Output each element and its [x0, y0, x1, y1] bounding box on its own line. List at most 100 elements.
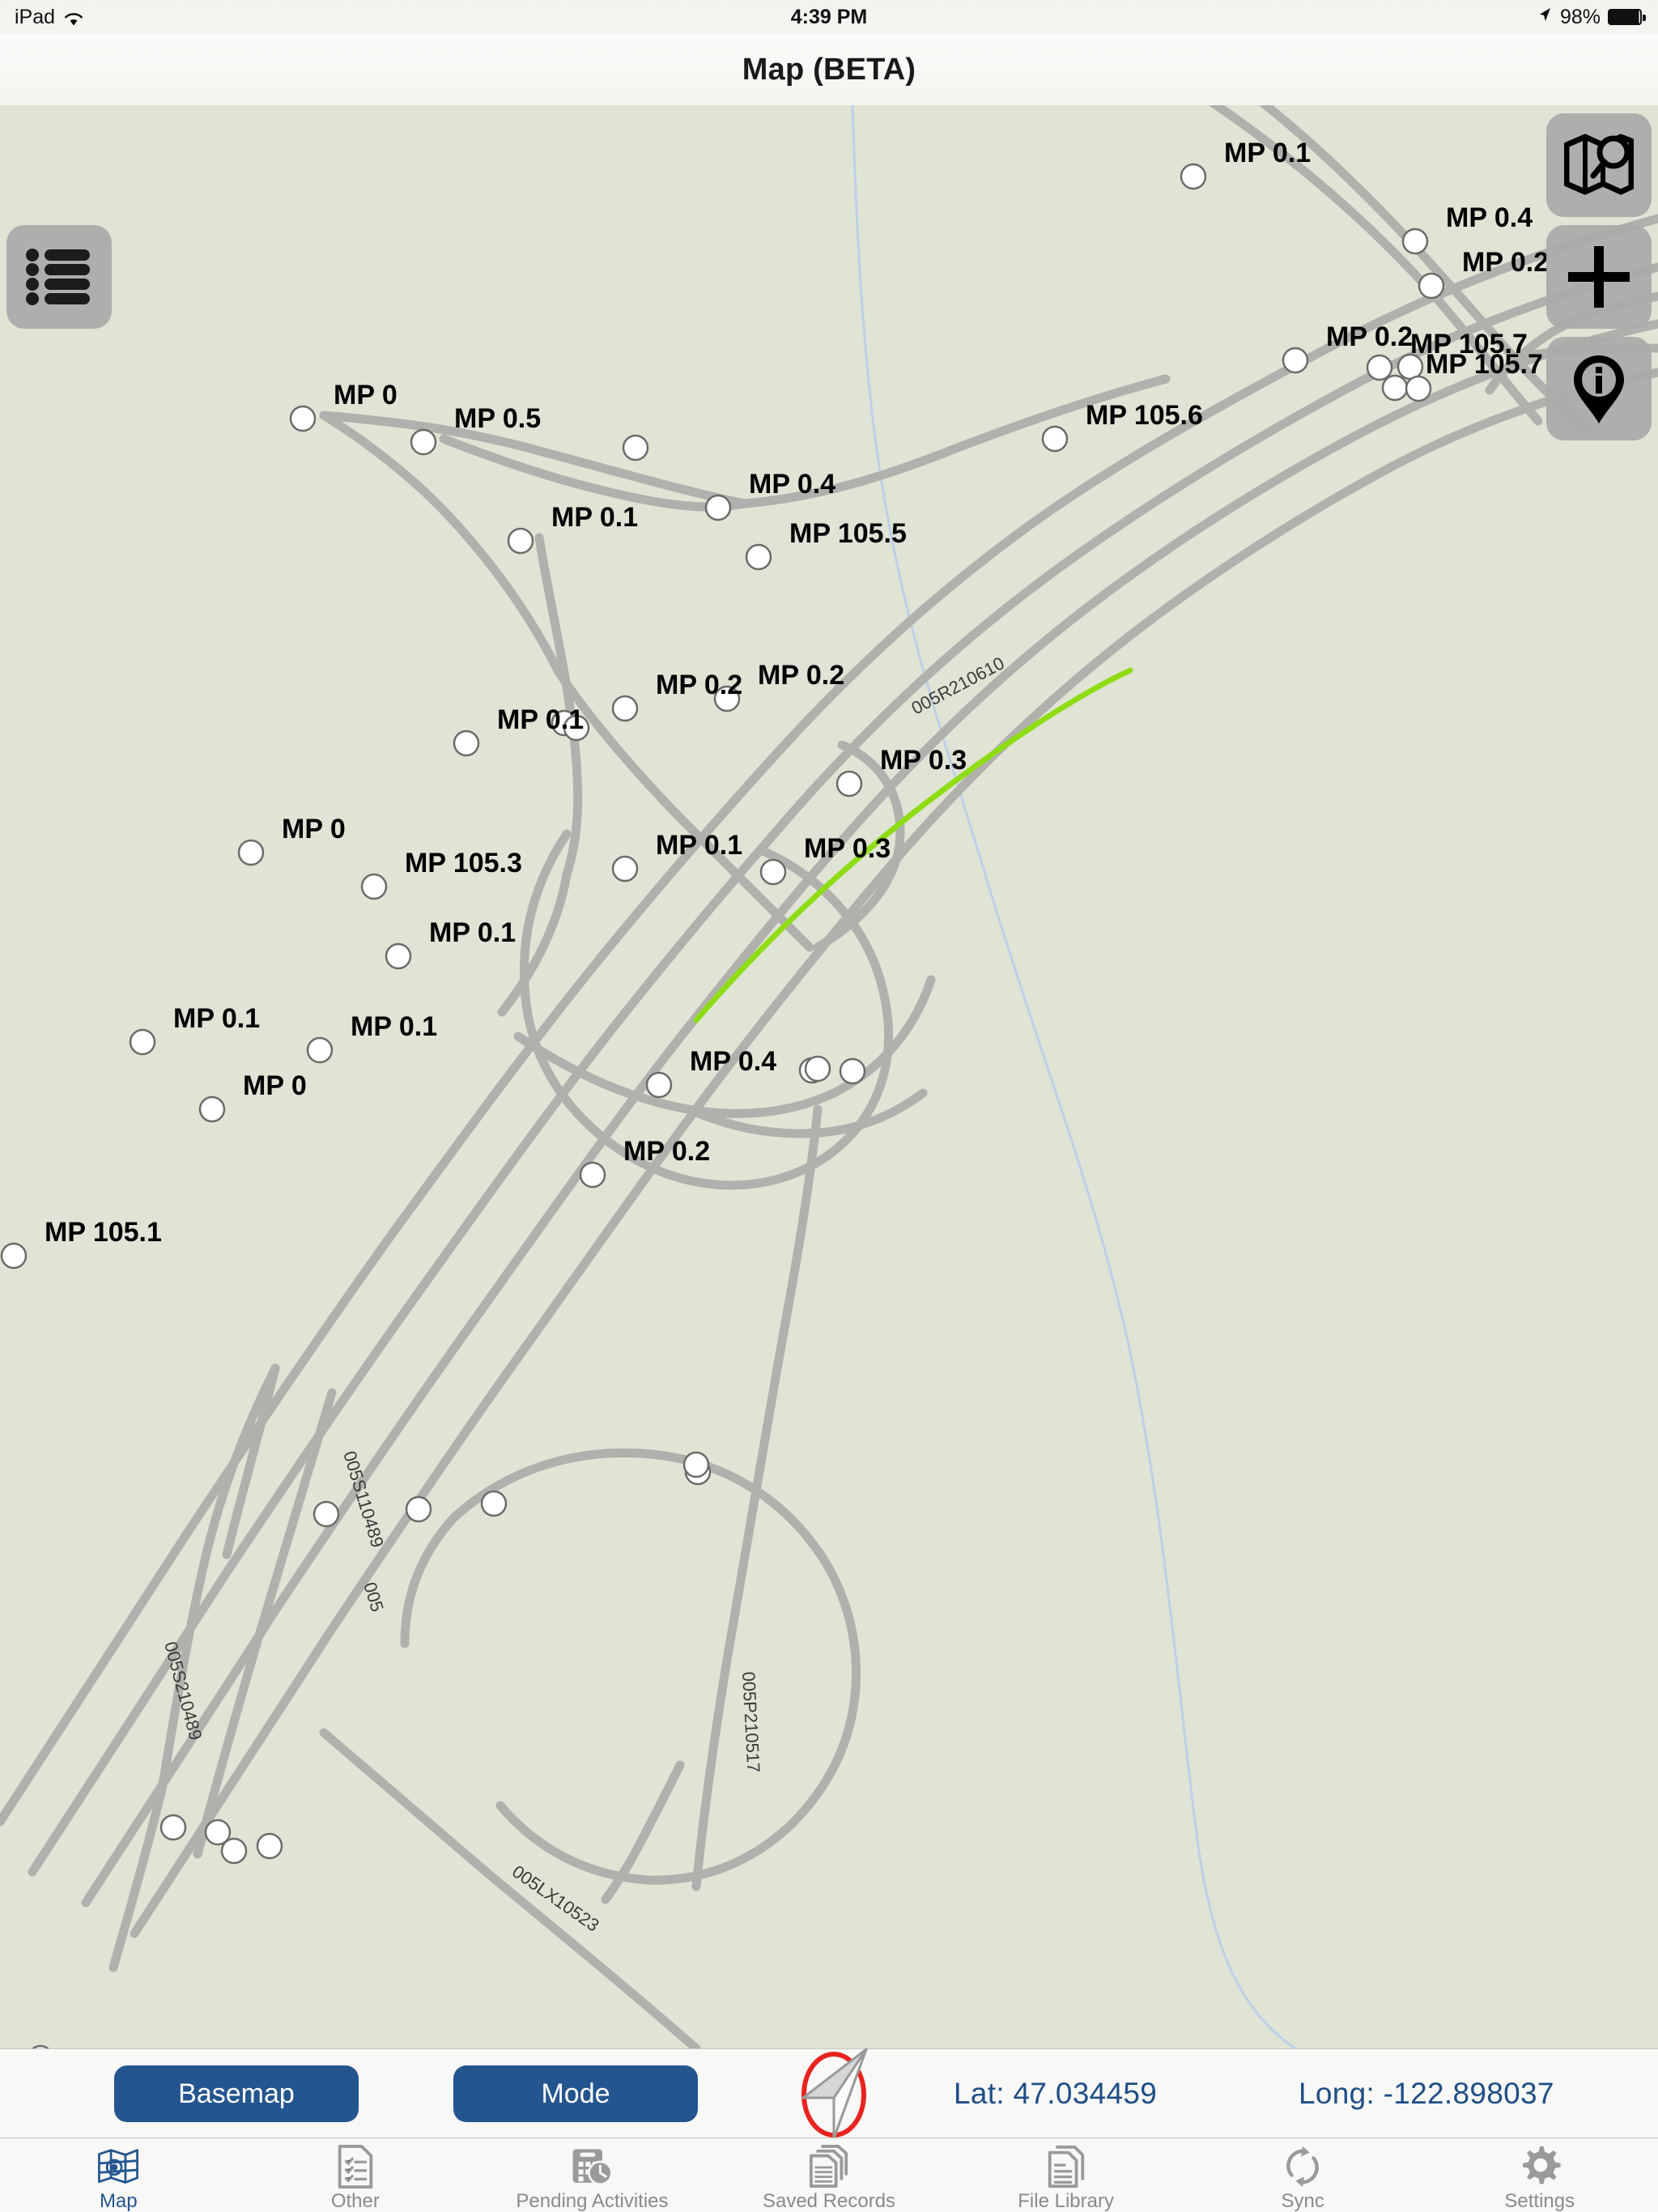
milepost-label: MP 0.1 — [1224, 138, 1311, 168]
milepost-marker[interactable] — [611, 695, 639, 722]
milepost-label: MP 0.3 — [880, 745, 967, 776]
refresh-arrows-icon — [1282, 2145, 1324, 2189]
milepost-label: MP 0.1 — [173, 1003, 260, 1034]
battery-icon — [1608, 9, 1646, 25]
milepost-marker[interactable] — [289, 405, 317, 432]
milepost-marker[interactable] — [385, 942, 412, 970]
tab-saved-records[interactable]: Saved Records — [711, 2138, 948, 2212]
milepost-marker[interactable] — [453, 730, 480, 757]
map-canvas[interactable]: MP 0.1 MP 0.4 MP 0.2 MP 0.2 MP 105.7 MP 105.7… — [0, 105, 1658, 2048]
milepost-label: MP 0.2 — [623, 1136, 710, 1167]
milepost-label: MP 0 — [282, 814, 346, 844]
milepost-marker[interactable] — [312, 1500, 340, 1528]
milepost-label: MP 0 — [243, 1070, 307, 1101]
milepost-label: MP 0.4 — [690, 1046, 776, 1077]
milepost-marker[interactable] — [360, 873, 388, 900]
add-point-button[interactable] — [1546, 225, 1652, 329]
milepost-labels: MP 0.1MP 0.4MP 0.2MP 0.2MP 105.7MP 105.7… — [45, 138, 1549, 1248]
milepost-marker[interactable] — [622, 434, 649, 462]
milepost-marker[interactable] — [1418, 272, 1445, 300]
tab-label: Settings — [1504, 2190, 1575, 2212]
milepost-marker[interactable] — [129, 1028, 156, 1056]
info-pin-icon — [1574, 355, 1624, 423]
tab-map[interactable]: Map — [0, 2138, 237, 2212]
milepost-label: MP 105.3 — [405, 848, 522, 878]
milepost-marker[interactable] — [1381, 374, 1409, 402]
milepost-label: MP 0.2 — [1326, 321, 1413, 352]
milepost-marker[interactable] — [804, 1055, 831, 1083]
milepost-marker[interactable] — [611, 855, 639, 883]
map-info-button[interactable] — [1546, 337, 1652, 440]
milepost-marker[interactable] — [1041, 425, 1069, 453]
milepost-marker[interactable] — [682, 1451, 710, 1478]
tab-label: Saved Records — [762, 2190, 896, 2212]
tab-settings[interactable]: Settings — [1421, 2138, 1658, 2212]
tab-sync[interactable]: Sync — [1184, 2138, 1422, 2212]
gear-icon — [1519, 2145, 1561, 2189]
milepost-label: MP 0.4 — [749, 469, 835, 500]
layers-list-button[interactable] — [6, 225, 112, 329]
tab-label: Other — [330, 2190, 380, 2212]
milepost-label: MP 0 — [334, 380, 397, 410]
milepost-label: MP 0.2 — [758, 660, 844, 691]
milepost-marker[interactable] — [759, 858, 787, 886]
map-pin-icon — [97, 2145, 139, 2189]
milepost-marker[interactable] — [839, 1057, 866, 1085]
longitude-readout: Long: -122.898037 — [1299, 2077, 1554, 2110]
milepost-marker[interactable] — [198, 1095, 226, 1123]
tab-label: Map — [99, 2190, 138, 2212]
milepost-marker[interactable] — [745, 543, 772, 571]
milepost-marker[interactable] — [704, 494, 732, 521]
map-vector-layer: MP 0.1MP 0.4MP 0.2MP 0.2MP 105.7MP 105.7… — [0, 105, 1658, 2048]
milepost-marker[interactable] — [1401, 228, 1429, 255]
milepost-marker[interactable] — [220, 1837, 248, 1865]
milepost-label: MP 0.1 — [656, 830, 742, 861]
milepost-label: MP 105.5 — [789, 518, 907, 549]
road-name-label: 005P210517 — [738, 1671, 763, 1773]
road-name-label: 005S210489 — [160, 1640, 206, 1742]
milepost-label: MP 0.3 — [804, 833, 891, 864]
milepost-label: MP 0.1 — [429, 917, 516, 948]
milepost-marker[interactable] — [237, 839, 265, 866]
app-root: iPad 4:39 PM 98% Map (BETA) MP 0.1 MP 0.… — [0, 0, 1658, 2212]
milepost-label: MP 0.1 — [497, 704, 584, 735]
map-toolbar: Basemap Mode Lat: 47.034459 Long: -122.8… — [0, 2048, 1658, 2140]
milepost-marker[interactable] — [1405, 375, 1432, 402]
milepost-marker[interactable] — [410, 428, 437, 456]
milepost-marker[interactable] — [159, 1814, 187, 1841]
milepost-marker[interactable] — [579, 1161, 606, 1189]
milepost-marker[interactable] — [645, 1071, 673, 1099]
milepost-label: MP 0.1 — [551, 502, 638, 533]
milepost-marker[interactable] — [405, 1495, 432, 1523]
milepost-marker[interactable] — [835, 770, 863, 798]
tab-file-library[interactable]: File Library — [947, 2138, 1184, 2212]
milepost-label: MP 0.1 — [351, 1011, 437, 1042]
status-bar-time: 4:39 PM — [790, 5, 868, 28]
stacked-documents-icon — [808, 2145, 850, 2189]
location-arrow-icon — [1537, 6, 1553, 29]
milepost-marker[interactable] — [480, 1490, 508, 1517]
battery-percent: 98% — [1559, 5, 1601, 28]
tab-label: Pending Activities — [516, 2190, 669, 2212]
milepost-marker[interactable] — [256, 1832, 283, 1860]
milepost-marker[interactable] — [0, 1242, 28, 1270]
tab-other[interactable]: Other — [237, 2138, 474, 2212]
milepost-label: MP 0.2 — [656, 670, 742, 700]
status-bar-right: 98% — [1537, 5, 1646, 29]
map-magnifier-icon — [1564, 134, 1634, 195]
compass-needle-icon[interactable] — [785, 2048, 882, 2140]
page-title: Map (BETA) — [742, 52, 916, 87]
milepost-marker[interactable] — [306, 1036, 334, 1064]
tab-pending-activities[interactable]: Pending Activities — [474, 2138, 711, 2212]
milepost-marker[interactable] — [1366, 354, 1393, 381]
milepost-label: MP 105.1 — [45, 1217, 162, 1248]
map-search-button[interactable] — [1546, 113, 1652, 217]
milepost-marker[interactable] — [1282, 347, 1309, 374]
calendar-clock-icon — [571, 2145, 613, 2189]
mode-button[interactable]: Mode — [453, 2065, 698, 2122]
milepost-marker[interactable] — [1180, 163, 1207, 190]
tab-bar: Map Other Pending Activities Saved Records F… — [0, 2138, 1658, 2212]
basemap-button[interactable]: Basemap — [114, 2065, 359, 2122]
milepost-marker[interactable] — [507, 527, 534, 555]
tab-label: File Library — [1018, 2190, 1114, 2212]
